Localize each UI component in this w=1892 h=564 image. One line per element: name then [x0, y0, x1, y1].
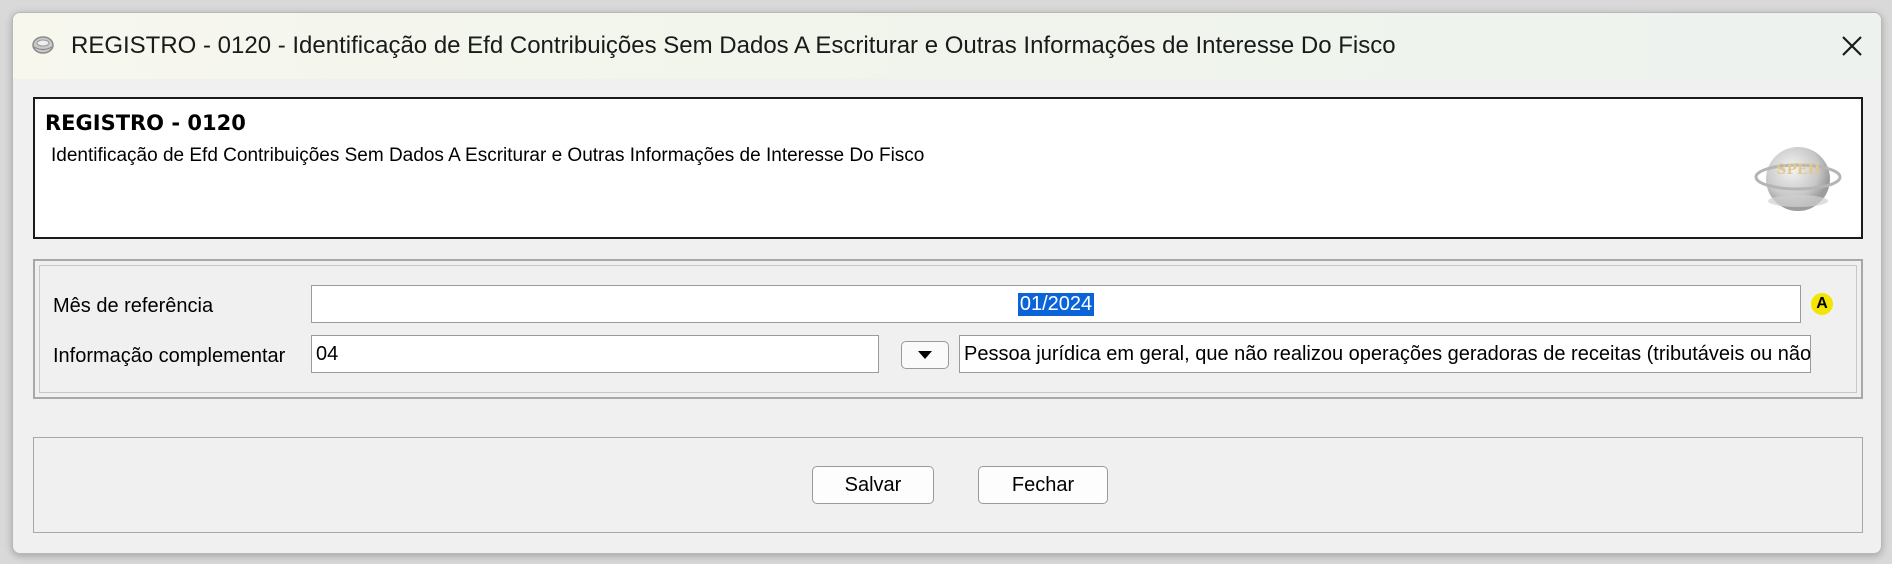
mes-referencia-label: Mês de referência [53, 295, 214, 317]
close-window-button[interactable] [1827, 21, 1877, 71]
close-button[interactable]: Fechar [978, 466, 1108, 504]
save-button[interactable]: Salvar [812, 466, 934, 504]
sped-logo-text: SPED [1776, 162, 1819, 178]
button-panel: Salvar Fechar [33, 437, 1863, 533]
register-description: Identificação de Efd Contribuições Sem D… [51, 145, 925, 166]
triangle-down-icon [918, 351, 932, 359]
sped-logo-icon: SPED [1754, 147, 1842, 211]
a-badge-icon: A [1811, 293, 1833, 315]
dialog-window: REGISTRO - 0120 - Identificação de Efd C… [12, 12, 1882, 554]
informacao-complementar-label: Informação complementar [53, 345, 286, 367]
informacao-complementar-dropdown-button[interactable] [901, 341, 949, 369]
mes-referencia-value: 01/2024 [1017, 292, 1095, 316]
form-panel: Mês de referência 01/2024 A Informação c… [33, 259, 1863, 399]
mes-referencia-input[interactable]: 01/2024 [311, 285, 1801, 323]
informacao-complementar-description: Pessoa jurídica em geral, que não realiz… [964, 342, 1811, 365]
window-title: REGISTRO - 0120 - Identificação de Efd C… [71, 32, 1396, 59]
close-icon [1842, 36, 1862, 56]
informacao-complementar-code: 04 [316, 342, 339, 365]
gear-icon [32, 36, 54, 54]
informacao-complementar-description-field[interactable]: Pessoa jurídica em geral, que não realiz… [959, 335, 1811, 373]
register-header-panel: REGISTRO - 0120 Identificação de Efd Con… [33, 97, 1863, 239]
register-title: REGISTRO - 0120 [45, 111, 246, 135]
title-bar: REGISTRO - 0120 - Identificação de Efd C… [13, 13, 1881, 79]
informacao-complementar-code-input[interactable]: 04 [311, 335, 879, 373]
